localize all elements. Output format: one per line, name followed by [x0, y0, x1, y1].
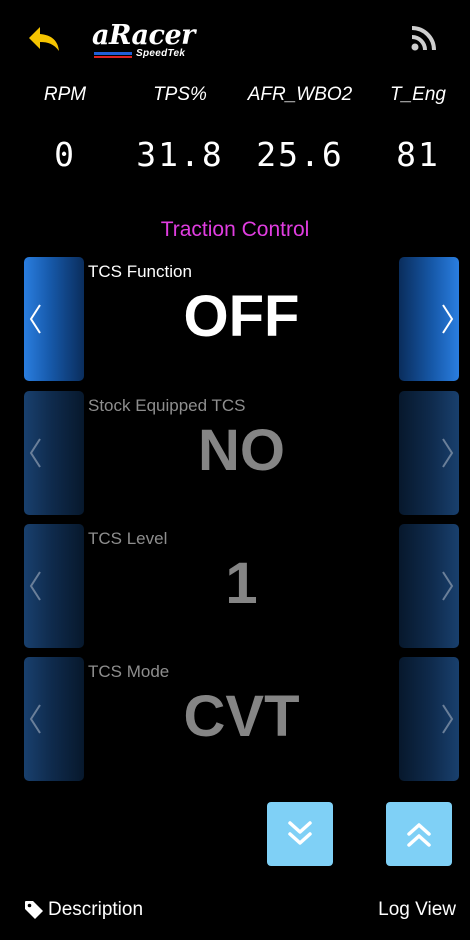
tag-icon	[25, 901, 43, 919]
next-option-button[interactable]	[399, 657, 459, 781]
log-view-link[interactable]: Log View	[378, 898, 456, 922]
logo-stripe	[94, 52, 132, 55]
chevron-left-icon	[29, 438, 41, 468]
aracer-logo: aRacer SpeedTek	[92, 18, 232, 62]
setting-label: TCS Mode	[88, 662, 170, 681]
metric-label-tps: TPS%	[153, 84, 207, 105]
setting-label: TCS Level	[88, 529, 168, 548]
logo-subtext: SpeedTek	[136, 48, 186, 59]
metric-value-teng: 81	[396, 135, 440, 174]
rss-feed-icon[interactable]	[410, 24, 440, 52]
scroll-down-button[interactable]	[267, 802, 333, 866]
logo-stripe-red	[94, 56, 132, 58]
next-option-button[interactable]	[399, 524, 459, 648]
chevron-right-icon	[442, 571, 454, 601]
next-option-button[interactable]	[399, 257, 459, 381]
next-option-button[interactable]	[399, 391, 459, 515]
setting-value: 1	[225, 551, 258, 616]
previous-option-button[interactable]	[24, 657, 84, 781]
metric-label-afr: AFR_WBO2	[247, 84, 353, 105]
setting-row-stock-equipped-tcs: Stock Equipped TCS NO	[24, 391, 459, 515]
description-label: Description	[48, 899, 144, 920]
previous-option-button[interactable]	[24, 391, 84, 515]
double-chevron-down-icon	[288, 821, 312, 845]
section-title: Traction Control	[160, 218, 310, 241]
metric-label-teng: T_Eng	[390, 84, 446, 105]
setting-value: OFF	[183, 284, 300, 349]
top-bar: aRacer SpeedTek	[0, 0, 470, 80]
logo-text: aRacer	[92, 20, 195, 51]
metric-label-rpm: RPM	[43, 84, 87, 105]
chevron-right-icon	[442, 704, 454, 734]
setting-label: TCS Function	[88, 262, 192, 281]
setting-value: CVT	[183, 684, 300, 749]
metric-value-afr: 25.6	[256, 135, 344, 174]
setting-row-tcs-level: TCS Level 1	[24, 524, 459, 648]
previous-option-button[interactable]	[24, 257, 84, 381]
setting-row-tcs-mode: TCS Mode CVT	[24, 657, 459, 781]
scroll-up-button[interactable]	[386, 802, 452, 866]
metrics-labels: RPM TPS% AFR_WBO2 T_Eng	[0, 80, 470, 110]
setting-row-tcs-function: TCS Function OFF	[24, 257, 459, 381]
setting-value: NO	[198, 418, 285, 483]
chevron-left-icon	[29, 571, 41, 601]
back-arrow-icon[interactable]	[26, 24, 62, 54]
metrics-values: 0 31.8 25.6 81	[0, 130, 470, 180]
chevron-right-icon	[442, 304, 454, 334]
metric-value-tps: 31.8	[136, 135, 224, 174]
chevron-right-icon	[442, 438, 454, 468]
chevron-left-icon	[29, 304, 41, 334]
chevron-left-icon	[29, 704, 41, 734]
previous-option-button[interactable]	[24, 524, 84, 648]
metric-value-rpm: 0	[54, 135, 76, 174]
double-chevron-up-icon	[407, 823, 431, 847]
setting-label: Stock Equipped TCS	[88, 396, 246, 415]
footer: Description Log View	[0, 890, 470, 930]
